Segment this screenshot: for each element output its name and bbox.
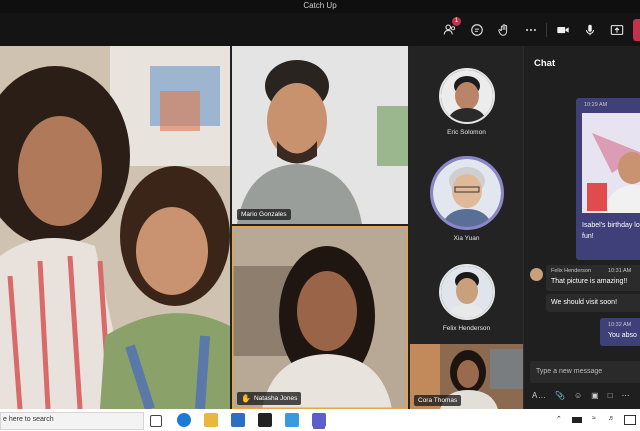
- sender-avatar: [530, 268, 543, 281]
- participant-video: [0, 46, 230, 409]
- compose-box[interactable]: Type a new message: [530, 361, 640, 383]
- mic-icon: [585, 24, 595, 36]
- wifi-icon[interactable]: ≈: [592, 415, 596, 422]
- chat-message-other: Felix Henderson 10:31 AM That picture is…: [546, 265, 640, 291]
- avatar-image: [440, 266, 493, 318]
- camera-icon: [557, 26, 569, 34]
- chat-message-mine: 10:29 AM Isabel's birthday lot of fun!: [576, 98, 640, 260]
- video-tile-natasha[interactable]: ✋ Natasha Jones: [232, 226, 408, 409]
- meeting-toolbar: 1: [0, 13, 640, 46]
- avatar: [438, 264, 495, 320]
- attach-icon[interactable]: 📎: [555, 391, 565, 400]
- raise-hand-icon: [498, 24, 508, 36]
- sticker-icon[interactable]: □: [608, 391, 613, 400]
- window-title: Catch Up: [303, 1, 337, 10]
- video-tile-mario[interactable]: Mario Gonzales: [232, 46, 408, 224]
- chat-button[interactable]: [466, 19, 488, 41]
- shared-photo: [582, 113, 640, 213]
- more-icon: [526, 28, 536, 32]
- roster-item[interactable]: Felix Henderson: [410, 264, 523, 332]
- video-tile-main[interactable]: [0, 46, 230, 409]
- emoji-icon[interactable]: ☺: [574, 391, 582, 400]
- participant-video: Cora Thomas: [410, 344, 523, 409]
- chevron-up-icon[interactable]: ⌃: [556, 415, 562, 423]
- participant-video: [232, 226, 408, 409]
- participant-name-tag: Cora Thomas: [414, 395, 462, 406]
- windows-taskbar: e here to search ⌃ ≈ ♬: [0, 409, 640, 431]
- chat-icon: [471, 24, 483, 36]
- chat-title: Chat: [534, 58, 556, 69]
- avatar-image: [432, 159, 501, 227]
- gif-icon[interactable]: ▣: [591, 391, 599, 400]
- mic-button[interactable]: [579, 19, 601, 41]
- compose-toolbar: A … 📎 ☺ ▣ □ ⋯: [532, 391, 630, 400]
- task-view-icon[interactable]: [150, 415, 162, 427]
- chat-panel: Chat 10:29 AM Isabel's birthday lot of f…: [523, 46, 640, 409]
- participant-video: [232, 46, 408, 224]
- participant-roster: Eric Solomon Xia Yuan Felix Henderson Co…: [410, 46, 523, 409]
- raised-hand-icon: ✋: [241, 394, 251, 403]
- avatar: [438, 68, 495, 124]
- share-button[interactable]: [606, 19, 628, 41]
- format-icon[interactable]: A …: [532, 391, 546, 400]
- chat-message-other: We should visit soon!: [546, 294, 640, 312]
- mail-icon[interactable]: [231, 413, 245, 427]
- raise-hand-button[interactable]: [493, 19, 515, 41]
- more-options-icon[interactable]: ⋯: [622, 391, 630, 400]
- roster-item[interactable]: Cora Thomas: [410, 344, 523, 409]
- teams-icon[interactable]: [312, 413, 326, 427]
- avatar-image: [440, 70, 493, 122]
- avatar: [429, 156, 504, 230]
- roster-item[interactable]: Xia Yuan: [410, 156, 523, 242]
- phone-icon[interactable]: [285, 413, 299, 427]
- volume-icon[interactable]: ♬: [608, 415, 615, 422]
- title-bar: Catch Up: [0, 0, 640, 13]
- chat-image[interactable]: [582, 113, 640, 213]
- participant-name-tag: ✋ Natasha Jones: [237, 392, 302, 405]
- roster-item[interactable]: Eric Solomon: [410, 68, 523, 136]
- camera-button[interactable]: [552, 19, 574, 41]
- notification-icon[interactable]: [624, 415, 636, 425]
- share-icon: [610, 25, 624, 35]
- store-icon[interactable]: [258, 413, 272, 427]
- participant-name-tag: Mario Gonzales: [237, 209, 291, 220]
- file-explorer-icon[interactable]: [204, 413, 218, 427]
- battery-icon[interactable]: [572, 417, 582, 423]
- participants-badge: 1: [452, 17, 461, 26]
- chat-message-mine: 10:32 AM You abso: [600, 318, 640, 346]
- edge-icon[interactable]: [177, 413, 191, 427]
- taskbar-search-input[interactable]: e here to search: [3, 416, 54, 423]
- toolbar-divider: [546, 23, 547, 37]
- leave-button[interactable]: [633, 19, 640, 41]
- compose-input[interactable]: Type a new message: [536, 368, 602, 375]
- more-button[interactable]: [520, 19, 542, 41]
- taskbar-search[interactable]: e here to search: [0, 412, 144, 430]
- people-button[interactable]: 1: [439, 17, 461, 41]
